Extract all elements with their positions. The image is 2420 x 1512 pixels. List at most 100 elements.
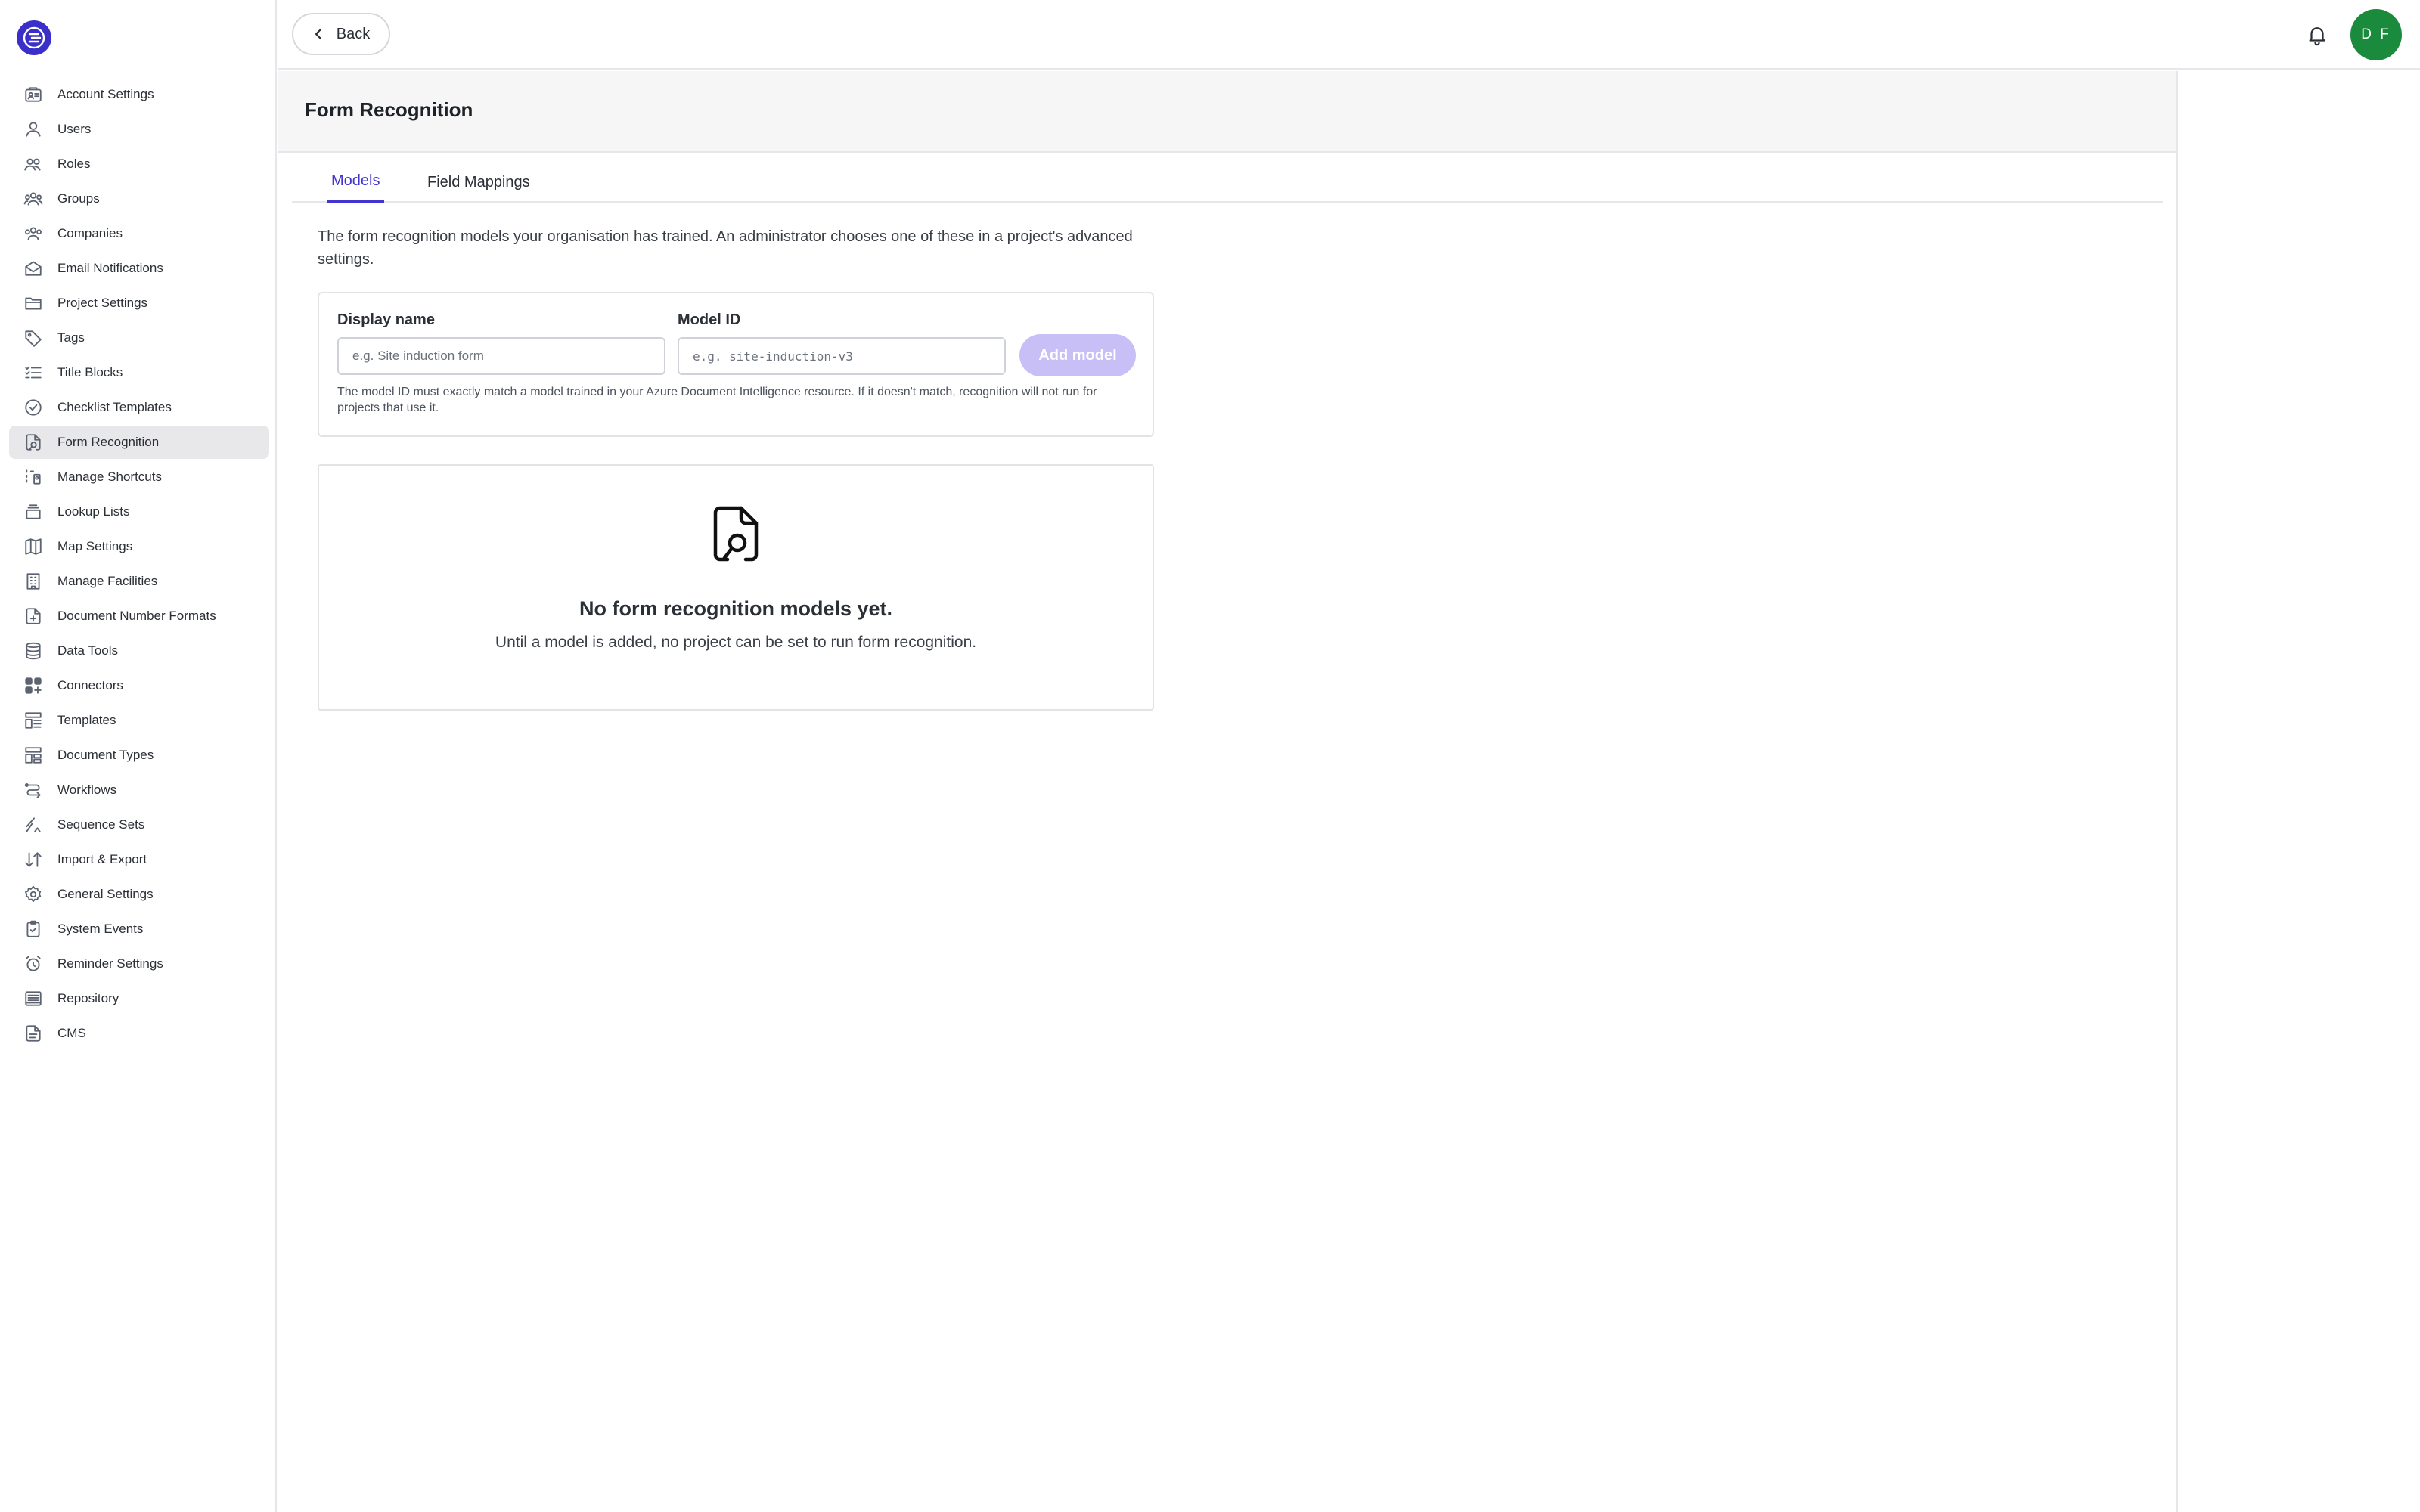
sidebar-item-groups[interactable]: Groups [9,182,269,215]
tab-bar: Models Field Mappings [292,162,2163,203]
sidebar-item-label: Groups [57,191,100,206]
add-model-form: Display name e.g. Site induction form Mo… [318,292,1154,437]
sidebar-item-connectors[interactable]: Connectors [9,669,269,702]
display-name-input[interactable]: e.g. Site induction form [337,337,666,375]
sidebar-item-label: Templates [57,713,116,727]
sidebar-item-label: Lookup Lists [57,504,130,519]
intro-text: The form recognition models your organis… [318,228,1133,268]
page-header: Form Recognition [278,71,2176,153]
sidebar-item-document-number-formats[interactable]: Document Number Formats [9,600,269,633]
sidebar-item-label: Sequence Sets [57,817,145,832]
add-model-button[interactable]: Add model [1019,334,1136,376]
sidebar-item-label: Tags [57,330,85,345]
sidebar-item-sequence-sets[interactable]: Sequence Sets [9,808,269,841]
logo-icon [23,26,45,49]
file-plus-icon [23,606,44,627]
file-search-icon [711,505,764,565]
stack-icon [23,501,44,522]
sidebar-item-roles[interactable]: Roles [9,147,269,181]
sidebar-item-title-blocks[interactable]: Title Blocks [9,356,269,389]
roles-icon [23,153,44,175]
repository-icon [23,988,44,1009]
groups-icon [23,188,44,209]
sidebar-item-label: Data Tools [57,643,119,658]
back-button[interactable]: Back [292,13,390,55]
notifications-button[interactable] [2302,20,2332,50]
sidebar-item-label: Users [57,122,92,136]
sidebar-item-project-settings[interactable]: Project Settings [9,287,269,320]
sidebar-item-label: Title Blocks [57,365,123,380]
sidebar-item-label: Map Settings [57,539,133,553]
model-id-help-text: The model ID must exactly match a model … [337,386,1097,414]
sidebar-nav: Account Settings Users Roles Groups Companie… [9,78,269,1052]
sidebar-item-label: Document Types [57,748,154,762]
display-name-placeholder: e.g. Site induction form [352,349,484,363]
sidebar-item-document-types[interactable]: Document Types [9,739,269,772]
sidebar-item-label: Import & Export [57,852,147,866]
sidebar-item-users[interactable]: Users [9,113,269,146]
workflow-icon [23,779,44,801]
sidebar-item-system-events[interactable]: System Events [9,912,269,946]
app-logo[interactable] [17,20,51,55]
sidebar-item-templates[interactable]: Templates [9,704,269,737]
file-search-icon [23,432,44,453]
import-export-icon [23,849,44,870]
sidebar-item-label: System Events [57,922,144,936]
sidebar-item-checklist-templates[interactable]: Checklist Templates [9,391,269,424]
sidebar-item-cms[interactable]: CMS [9,1017,269,1050]
display-name-label: Display name [337,311,435,328]
building-icon [23,571,44,592]
account-settings-icon [23,84,44,105]
tab-field-mappings[interactable]: Field Mappings [423,162,535,203]
model-id-placeholder: e.g. site-induction-v3 [693,349,853,364]
chevron-left-icon [315,28,321,40]
sidebar-item-companies[interactable]: Companies [9,217,269,250]
list-icon [23,362,44,383]
sidebar-item-label: Connectors [57,678,123,692]
sidebar-item-map-settings[interactable]: Map Settings [9,530,269,563]
sidebar-item-import-and-export[interactable]: Import & Export [9,843,269,876]
sidebar-item-label: Reminder Settings [57,956,163,971]
sidebar: Account Settings Users Roles Groups Companie… [0,0,277,1512]
bell-icon [2309,27,2325,46]
back-button-label: Back [336,25,371,42]
sidebar-item-label: Manage Shortcuts [57,469,162,484]
user-icon [23,119,44,140]
sidebar-item-label: Repository [57,991,119,1005]
companies-icon [23,223,44,244]
sidebar-item-general-settings[interactable]: General Settings [9,878,269,911]
model-id-input[interactable]: e.g. site-induction-v3 [678,337,1006,375]
sidebar-item-workflows[interactable]: Workflows [9,773,269,807]
sidebar-item-manage-facilities[interactable]: Manage Facilities [9,565,269,598]
sidebar-item-email-notifications[interactable]: Email Notifications [9,252,269,285]
sidebar-item-reminder-settings[interactable]: Reminder Settings [9,947,269,981]
top-bar: Back D F [278,0,2420,70]
map-icon [23,536,44,557]
sidebar-item-label: Roles [57,156,91,171]
document-types-icon [23,745,44,766]
sidebar-item-lookup-lists[interactable]: Lookup Lists [9,495,269,528]
sidebar-item-data-tools[interactable]: Data Tools [9,634,269,668]
sequence-icon [23,814,44,835]
sidebar-item-label: Workflows [57,782,117,797]
tag-icon [23,327,44,349]
sidebar-item-form-recognition[interactable]: Form Recognition [9,426,269,459]
envelope-icon [23,258,44,279]
model-id-label: Model ID [678,311,741,328]
avatar[interactable]: D F [2350,9,2402,60]
sidebar-item-label: General Settings [57,887,154,901]
empty-state: No form recognition models yet. Until a … [318,464,1154,711]
sidebar-item-label: Project Settings [57,296,148,310]
database-icon [23,640,44,662]
file-text-icon [23,1023,44,1044]
sidebar-item-label: Companies [57,226,123,240]
sidebar-item-manage-shortcuts[interactable]: Manage Shortcuts [9,460,269,494]
sidebar-item-label: Email Notifications [57,261,163,275]
sidebar-item-account-settings[interactable]: Account Settings [9,78,269,111]
sidebar-item-tags[interactable]: Tags [9,321,269,355]
sidebar-item-repository[interactable]: Repository [9,982,269,1015]
sidebar-item-label: CMS [57,1026,86,1040]
sidebar-item-label: Checklist Templates [57,400,172,414]
page-title: Form Recognition [305,98,473,121]
tab-models[interactable]: Models [327,162,385,203]
